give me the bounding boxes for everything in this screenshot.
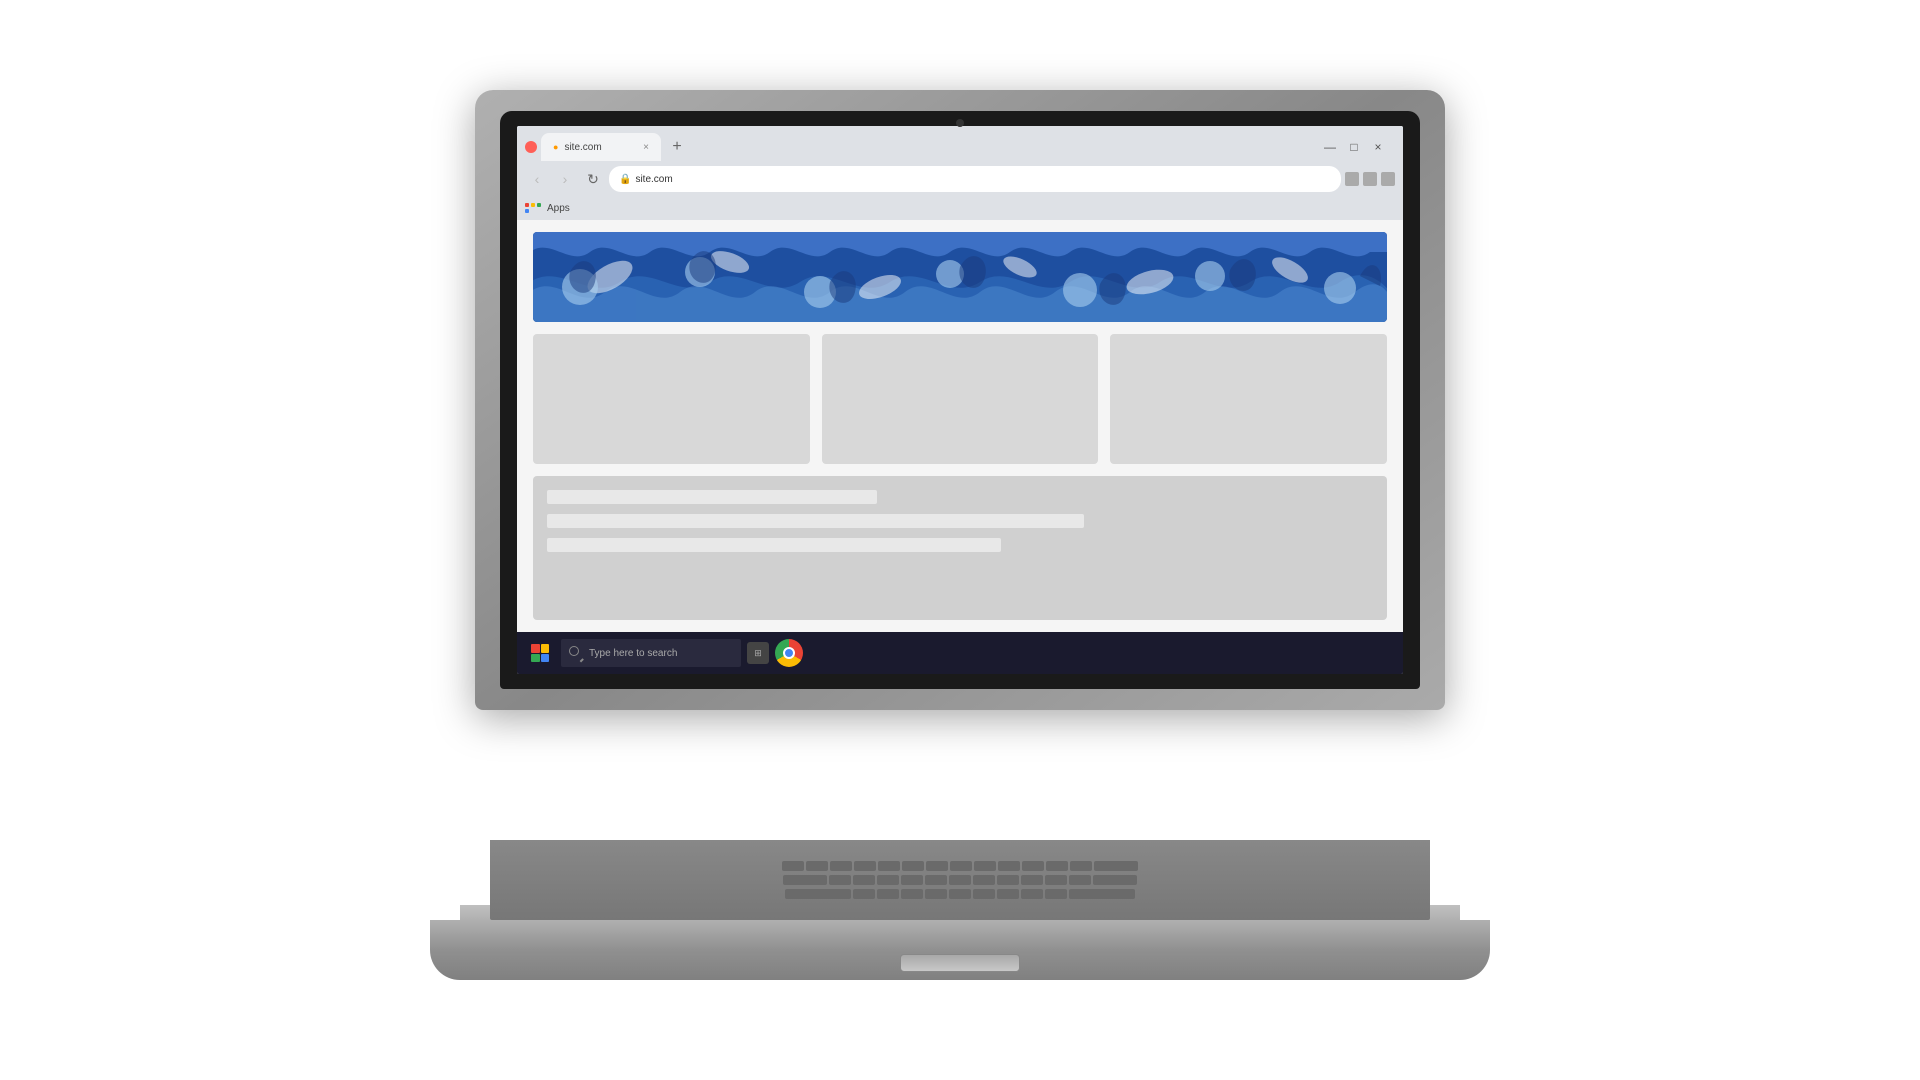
address-bar[interactable]: 🔒 site.com xyxy=(609,166,1341,192)
taskbar-search-placeholder: Type here to search xyxy=(589,648,677,659)
key xyxy=(925,875,947,885)
maximize-button[interactable]: □ xyxy=(1345,140,1363,154)
key xyxy=(901,889,923,899)
key xyxy=(782,861,804,871)
key xyxy=(829,875,851,885)
task-view-symbol: ⊞ xyxy=(754,648,762,659)
key xyxy=(949,875,971,885)
key xyxy=(997,875,1019,885)
trackpad[interactable] xyxy=(900,954,1020,972)
key xyxy=(830,861,852,871)
laptop-bezel: ● site.com × + — □ × ‹ xyxy=(500,111,1420,689)
bookmarks-bar: Apps xyxy=(517,196,1403,220)
laptop-container: ● site.com × + — □ × ‹ xyxy=(410,90,1510,990)
text-line-1 xyxy=(547,490,877,504)
apps-label[interactable]: Apps xyxy=(547,203,570,214)
key xyxy=(997,889,1019,899)
key xyxy=(949,889,971,899)
banner-svg xyxy=(533,232,1387,322)
content-card-2 xyxy=(822,334,1099,464)
header-banner xyxy=(533,232,1387,322)
key xyxy=(1069,875,1091,885)
key xyxy=(806,861,828,871)
tab-close-icon[interactable]: × xyxy=(643,142,649,153)
minimize-button[interactable]: — xyxy=(1321,140,1339,154)
key-row-1 xyxy=(496,861,1424,871)
extension-icon-1[interactable] xyxy=(1345,172,1359,186)
camera-dot xyxy=(956,119,964,127)
omnibar-row: ‹ › ↻ 🔒 site.com xyxy=(517,162,1403,196)
key xyxy=(926,861,948,871)
key xyxy=(1022,861,1044,871)
key xyxy=(974,861,996,871)
windows-logo xyxy=(531,644,549,662)
forward-button[interactable]: › xyxy=(553,167,577,191)
key xyxy=(902,861,924,871)
lock-icon: 🔒 xyxy=(619,174,631,185)
taskbar-search-bar[interactable]: Type here to search xyxy=(561,639,741,667)
windows-start-button[interactable] xyxy=(525,638,555,668)
key-row-3 xyxy=(496,889,1424,899)
page-content xyxy=(517,220,1403,632)
apps-grid-icon[interactable] xyxy=(525,203,541,213)
key xyxy=(854,861,876,871)
new-tab-button[interactable]: + xyxy=(663,133,691,161)
search-icon xyxy=(569,646,583,660)
text-line-3 xyxy=(547,538,1001,552)
key xyxy=(1021,889,1043,899)
traffic-light-icon[interactable] xyxy=(525,141,537,153)
key xyxy=(853,875,875,885)
key xyxy=(877,889,899,899)
key xyxy=(901,875,923,885)
key xyxy=(1045,889,1067,899)
key xyxy=(973,889,995,899)
key xyxy=(853,889,875,899)
toolbar-icons xyxy=(1345,172,1395,186)
content-card-1 xyxy=(533,334,810,464)
browser-chrome: ● site.com × + — □ × ‹ xyxy=(517,126,1403,220)
keyboard-area xyxy=(490,840,1430,920)
refresh-button[interactable]: ↻ xyxy=(581,167,605,191)
content-block xyxy=(533,476,1387,620)
key xyxy=(1094,861,1138,871)
window-controls: — □ × xyxy=(1321,140,1395,154)
key xyxy=(785,889,851,899)
chrome-inner-circle xyxy=(783,647,795,659)
extension-icon-2[interactable] xyxy=(1363,172,1377,186)
back-button[interactable]: ‹ xyxy=(525,167,549,191)
text-line-2 xyxy=(547,514,1084,528)
key xyxy=(878,861,900,871)
key xyxy=(925,889,947,899)
key xyxy=(783,875,827,885)
key xyxy=(1045,875,1067,885)
key xyxy=(1070,861,1092,871)
chrome-taskbar-icon[interactable] xyxy=(775,639,803,667)
extension-icon-3[interactable] xyxy=(1381,172,1395,186)
key xyxy=(950,861,972,871)
task-view-icon[interactable]: ⊞ xyxy=(747,642,769,664)
url-text: site.com xyxy=(635,174,672,185)
key-row-2 xyxy=(496,875,1424,885)
cards-row xyxy=(533,334,1387,464)
tab-label: site.com xyxy=(564,142,601,153)
browser-tab[interactable]: ● site.com × xyxy=(541,133,661,161)
content-card-3 xyxy=(1110,334,1387,464)
close-button[interactable]: × xyxy=(1369,140,1387,154)
key xyxy=(1069,889,1135,899)
key xyxy=(1021,875,1043,885)
taskbar: Type here to search ⊞ xyxy=(517,632,1403,674)
key xyxy=(1093,875,1137,885)
key xyxy=(973,875,995,885)
laptop-lid: ● site.com × + — □ × ‹ xyxy=(475,90,1445,710)
key xyxy=(877,875,899,885)
tab-bar: ● site.com × + — □ × xyxy=(517,126,1403,162)
key xyxy=(1046,861,1068,871)
key xyxy=(998,861,1020,871)
screen: ● site.com × + — □ × ‹ xyxy=(517,126,1403,674)
laptop-bottom xyxy=(430,920,1490,980)
